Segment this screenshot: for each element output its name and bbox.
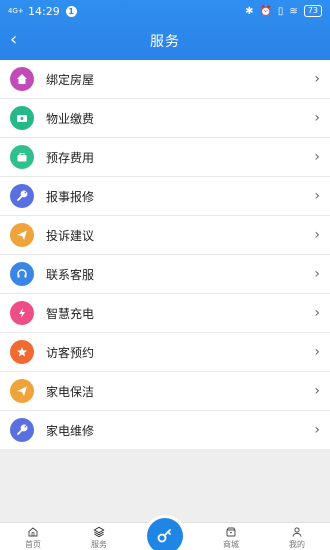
tab-label: 服务 [91, 540, 107, 549]
service-item-smart-charging[interactable]: 智慧充电 › [0, 294, 330, 333]
chevron-left-icon[interactable]: ‹ [10, 30, 17, 50]
service-item-appliance-repair[interactable]: 家电维修 › [0, 411, 330, 450]
chevron-right-icon: › [314, 149, 320, 165]
service-item-appliance-cleaning[interactable]: 家电保洁 › [0, 372, 330, 411]
user-icon [292, 527, 302, 537]
service-item-bind-house[interactable]: 绑定房屋 › [0, 60, 330, 99]
service-list: 绑定房屋 › 物业缴费 › 预存费用 › 报事报修 › 投诉建议 › 联系客服 … [0, 60, 330, 450]
tab-label: 商城 [223, 540, 239, 549]
battery-indicator: 73 [303, 5, 322, 17]
service-label: 绑定房屋 [46, 72, 95, 87]
wallet-icon [10, 106, 34, 130]
service-item-visitor[interactable]: 访客预约 › [0, 333, 330, 372]
chevron-right-icon: › [314, 344, 320, 360]
service-label: 预存费用 [46, 150, 95, 165]
page-title: 服务 [150, 34, 180, 50]
nav-bar: ‹ 服务 [0, 22, 330, 60]
house-icon [10, 67, 34, 91]
chevron-right-icon: › [314, 188, 320, 204]
tab-me[interactable]: 我的 [264, 523, 330, 550]
wrench-icon [10, 418, 34, 442]
service-label: 智慧充电 [46, 306, 95, 321]
wrench-icon [10, 184, 34, 208]
service-item-prepay[interactable]: 预存费用 › [0, 138, 330, 177]
key-icon [157, 529, 171, 543]
service-label: 访客预约 [46, 345, 95, 360]
chevron-right-icon: › [314, 110, 320, 126]
service-label: 联系客服 [46, 267, 95, 282]
network-indicator: 4G+ [8, 6, 24, 15]
status-bar: 4G+ 14:29 1 ✱ ⏰ ▯ ≋ 73 [0, 0, 330, 22]
savings-icon [10, 145, 34, 169]
home-icon [28, 527, 38, 537]
vibrate-icon: ▯ [277, 5, 284, 17]
tab-label: 我的 [289, 540, 305, 549]
tab-home[interactable]: 首页 [0, 523, 66, 550]
chevron-right-icon: › [314, 266, 320, 282]
tab-service[interactable]: 服务 [66, 523, 132, 550]
headset-icon [10, 262, 34, 286]
tab-label: 首页 [25, 540, 41, 549]
bluetooth-icon: ✱ [245, 5, 254, 17]
service-label: 物业缴费 [46, 111, 95, 126]
chevron-right-icon: › [314, 71, 320, 87]
service-item-complaint[interactable]: 投诉建议 › [0, 216, 330, 255]
store-icon [226, 527, 236, 537]
open-door-button[interactable] [147, 518, 183, 550]
star-icon [10, 340, 34, 364]
service-item-repair-report[interactable]: 报事报修 › [0, 177, 330, 216]
top-bar: 4G+ 14:29 1 ✱ ⏰ ▯ ≋ 73 ‹ 服务 [0, 0, 330, 60]
status-time: 14:29 [28, 4, 60, 18]
alarm-icon: ⏰ [259, 5, 272, 17]
service-label: 家电维修 [46, 423, 95, 438]
tab-store[interactable]: 商城 [198, 523, 264, 550]
chevron-right-icon: › [314, 305, 320, 321]
notification-badge: 1 [65, 5, 77, 17]
service-label: 报事报修 [46, 189, 95, 204]
send-icon [10, 223, 34, 247]
send-icon [10, 379, 34, 403]
lightning-icon [10, 301, 34, 325]
layers-icon [93, 526, 105, 538]
service-item-property-fee[interactable]: 物业缴费 › [0, 99, 330, 138]
wifi-icon: ≋ [289, 5, 298, 17]
service-label: 投诉建议 [46, 228, 95, 243]
chevron-right-icon: › [314, 422, 320, 438]
chevron-right-icon: › [314, 227, 320, 243]
service-label: 家电保洁 [46, 384, 95, 399]
service-item-customer-service[interactable]: 联系客服 › [0, 255, 330, 294]
chevron-right-icon: › [314, 383, 320, 399]
